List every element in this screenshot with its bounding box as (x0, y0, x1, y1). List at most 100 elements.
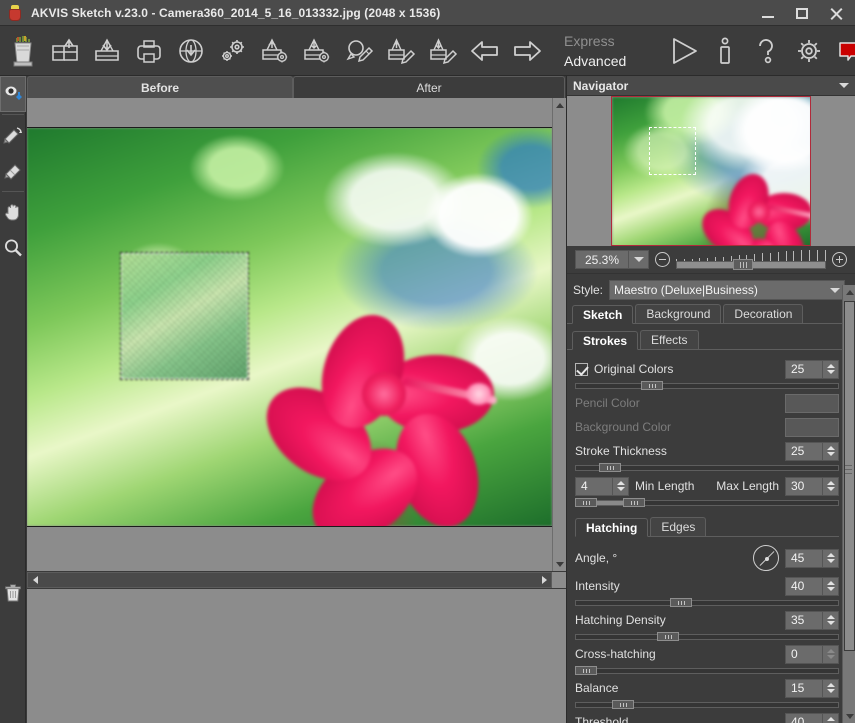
minimize-button[interactable] (751, 1, 785, 25)
pencil-color-swatch[interactable] (785, 393, 839, 413)
zoom-out-button[interactable] (655, 252, 670, 267)
original-colors-checkbox[interactable] (575, 362, 588, 376)
load-settings-icon[interactable] (256, 30, 294, 72)
print-image-icon[interactable] (130, 30, 168, 72)
slider-handle[interactable] (656, 632, 679, 641)
navigator-preview[interactable] (567, 96, 855, 246)
scroll-up-icon[interactable] (843, 285, 855, 299)
slider-handle[interactable] (575, 666, 597, 675)
image-canvas[interactable] (27, 98, 552, 571)
slider-handle[interactable] (598, 463, 621, 472)
slider-handle[interactable] (670, 598, 693, 607)
redo-arrow-icon[interactable] (508, 30, 546, 72)
open-image-icon[interactable] (46, 30, 84, 72)
slider-handle[interactable] (611, 700, 634, 709)
mode-advanced-option[interactable]: Advanced (564, 51, 656, 71)
range-handle-max[interactable] (622, 498, 645, 507)
mode-toggle[interactable]: Express Advanced (564, 29, 656, 73)
chevron-down-icon[interactable] (629, 250, 649, 269)
sidebar-item-quick-preview[interactable] (0, 76, 26, 112)
quick-preview-region[interactable] (120, 252, 249, 380)
tab-effects[interactable]: Effects (640, 330, 699, 349)
sidebar-item-history-brush[interactable] (0, 117, 26, 153)
tab-background[interactable]: Background (635, 304, 722, 323)
style-select[interactable]: Maestro (Deluxe|Business) (609, 280, 845, 300)
angle-value[interactable]: 45 (785, 548, 823, 568)
zoom-combobox[interactable]: 25.3% (575, 250, 649, 269)
hatching-density-slider[interactable] (575, 632, 839, 641)
tab-edges[interactable]: Edges (650, 517, 707, 536)
max-length-stepper[interactable] (823, 476, 839, 496)
chevron-down-icon[interactable] (839, 83, 849, 88)
intensity-value[interactable]: 40 (785, 576, 823, 596)
balance-stepper[interactable] (823, 678, 839, 698)
zoom-value[interactable]: 25.3% (575, 250, 629, 269)
stroke-thickness-stepper[interactable] (823, 441, 839, 461)
save-image-icon[interactable] (88, 30, 126, 72)
min-length-value[interactable]: 4 (575, 476, 613, 496)
mode-express-option[interactable]: Express (564, 31, 656, 51)
range-handle-min[interactable] (575, 498, 597, 507)
original-colors-slider[interactable] (575, 381, 839, 390)
cross-hatching-value[interactable]: 0 (785, 644, 823, 664)
gear-settings-icon[interactable] (790, 30, 828, 72)
scroll-up-icon[interactable] (553, 98, 567, 112)
save-settings-icon[interactable] (298, 30, 336, 72)
sidebar-item-eraser[interactable] (0, 153, 26, 189)
load-presets-icon[interactable] (382, 30, 420, 72)
maximize-button[interactable] (785, 1, 819, 25)
cross-hatching-stepper[interactable] (823, 644, 839, 664)
undo-arrow-icon[interactable] (466, 30, 504, 72)
intensity-stepper[interactable] (823, 576, 839, 596)
run-play-icon[interactable] (664, 30, 702, 72)
chevron-down-icon[interactable] (830, 287, 840, 293)
zoom-slider-handle[interactable] (733, 258, 753, 270)
max-length-value[interactable]: 30 (785, 476, 823, 496)
tab-strokes[interactable]: Strokes (572, 331, 639, 350)
zoom-slider[interactable] (676, 249, 826, 270)
navigator-viewport-rect[interactable] (649, 127, 696, 175)
tab-sketch[interactable]: Sketch (572, 305, 634, 324)
sidebar-item-zoom[interactable] (0, 230, 26, 266)
balance-slider[interactable] (575, 700, 839, 709)
scroll-down-icon[interactable] (843, 709, 855, 723)
scroll-down-icon[interactable] (553, 557, 567, 571)
stroke-thickness-value[interactable]: 25 (785, 441, 823, 461)
angle-stepper[interactable] (823, 548, 839, 568)
tab-decoration[interactable]: Decoration (723, 304, 804, 323)
threshold-value[interactable]: 40 (785, 712, 823, 723)
close-button[interactable] (819, 1, 853, 25)
tab-after[interactable]: After (293, 76, 565, 98)
preferences-icon[interactable] (340, 30, 378, 72)
canvas-vertical-scrollbar[interactable] (552, 98, 566, 571)
min-length-stepper[interactable] (613, 476, 629, 496)
help-question-icon[interactable] (748, 30, 786, 72)
intensity-slider[interactable] (575, 598, 839, 607)
length-range-slider[interactable] (575, 498, 839, 507)
threshold-stepper[interactable] (823, 712, 839, 723)
settings-vertical-scrollbar[interactable] (842, 285, 855, 723)
zoom-in-button[interactable] (832, 252, 847, 267)
sidebar-item-hand[interactable] (0, 194, 26, 230)
comment-red-icon[interactable] (832, 30, 855, 72)
angle-dial[interactable] (753, 545, 779, 571)
scroll-left-icon[interactable] (28, 573, 42, 587)
stroke-thickness-slider[interactable] (575, 463, 839, 472)
cross-hatching-slider[interactable] (575, 666, 839, 675)
delete-icon[interactable] (0, 579, 26, 607)
balance-value[interactable]: 15 (785, 678, 823, 698)
hatching-density-stepper[interactable] (823, 610, 839, 630)
scroll-right-icon[interactable] (537, 573, 551, 587)
info-icon[interactable] (706, 30, 744, 72)
original-colors-stepper[interactable] (823, 359, 839, 379)
settings-scroll-handle[interactable] (844, 301, 855, 651)
canvas-horizontal-scrollbar[interactable] (27, 572, 552, 588)
save-presets-icon[interactable] (424, 30, 462, 72)
batch-settings-icon[interactable] (214, 30, 252, 72)
slider-handle[interactable] (641, 381, 663, 390)
original-colors-value[interactable]: 25 (785, 359, 823, 379)
background-color-swatch[interactable] (785, 417, 839, 437)
tab-before[interactable]: Before (27, 76, 293, 98)
tab-hatching[interactable]: Hatching (575, 518, 649, 537)
hatching-density-value[interactable]: 35 (785, 610, 823, 630)
